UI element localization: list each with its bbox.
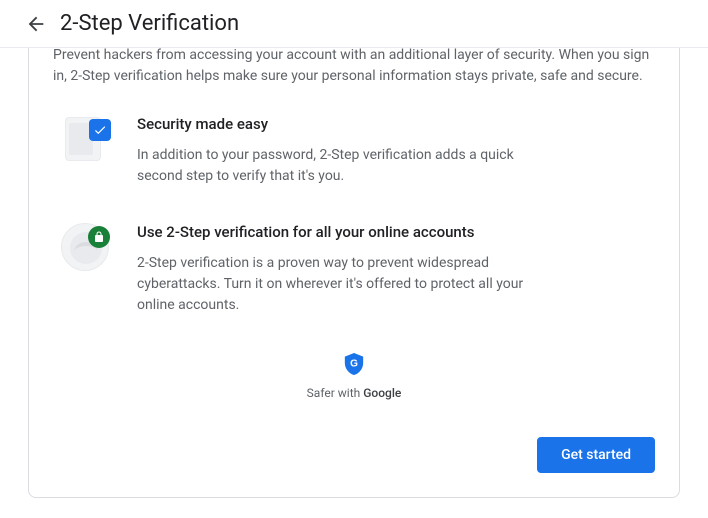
page-title: 2-Step Verification: [60, 11, 239, 36]
arrow-back-icon: [25, 13, 47, 35]
safer-text: Safer with Google: [53, 386, 655, 400]
feature-heading: Use 2-Step verification for all your onl…: [137, 223, 557, 241]
feature-security-easy: Security made easy In addition to your p…: [53, 115, 655, 187]
feature-heading: Security made easy: [137, 115, 557, 133]
safer-brand: Google: [363, 386, 401, 400]
safer-badge: G Safer with Google: [53, 352, 655, 400]
device-check-icon: [61, 115, 109, 163]
get-started-button[interactable]: Get started: [537, 437, 655, 473]
header-bar: 2-Step Verification: [0, 0, 708, 48]
back-button[interactable]: [16, 4, 56, 44]
lock-icon: [93, 231, 105, 243]
checkmark-icon: [93, 123, 107, 137]
feature-body: 2-Step verification is a proven way to p…: [137, 253, 557, 316]
svg-text:G: G: [350, 359, 358, 370]
globe-lock-icon: [61, 223, 109, 271]
shield-g-icon: G: [343, 352, 365, 380]
cta-row: Get started: [537, 437, 655, 473]
safer-prefix: Safer with: [307, 386, 364, 400]
feature-body: In addition to your password, 2-Step ver…: [137, 145, 557, 187]
feature-all-accounts: Use 2-Step verification for all your onl…: [53, 223, 655, 316]
content-card: Prevent hackers from accessing your acco…: [28, 0, 680, 498]
